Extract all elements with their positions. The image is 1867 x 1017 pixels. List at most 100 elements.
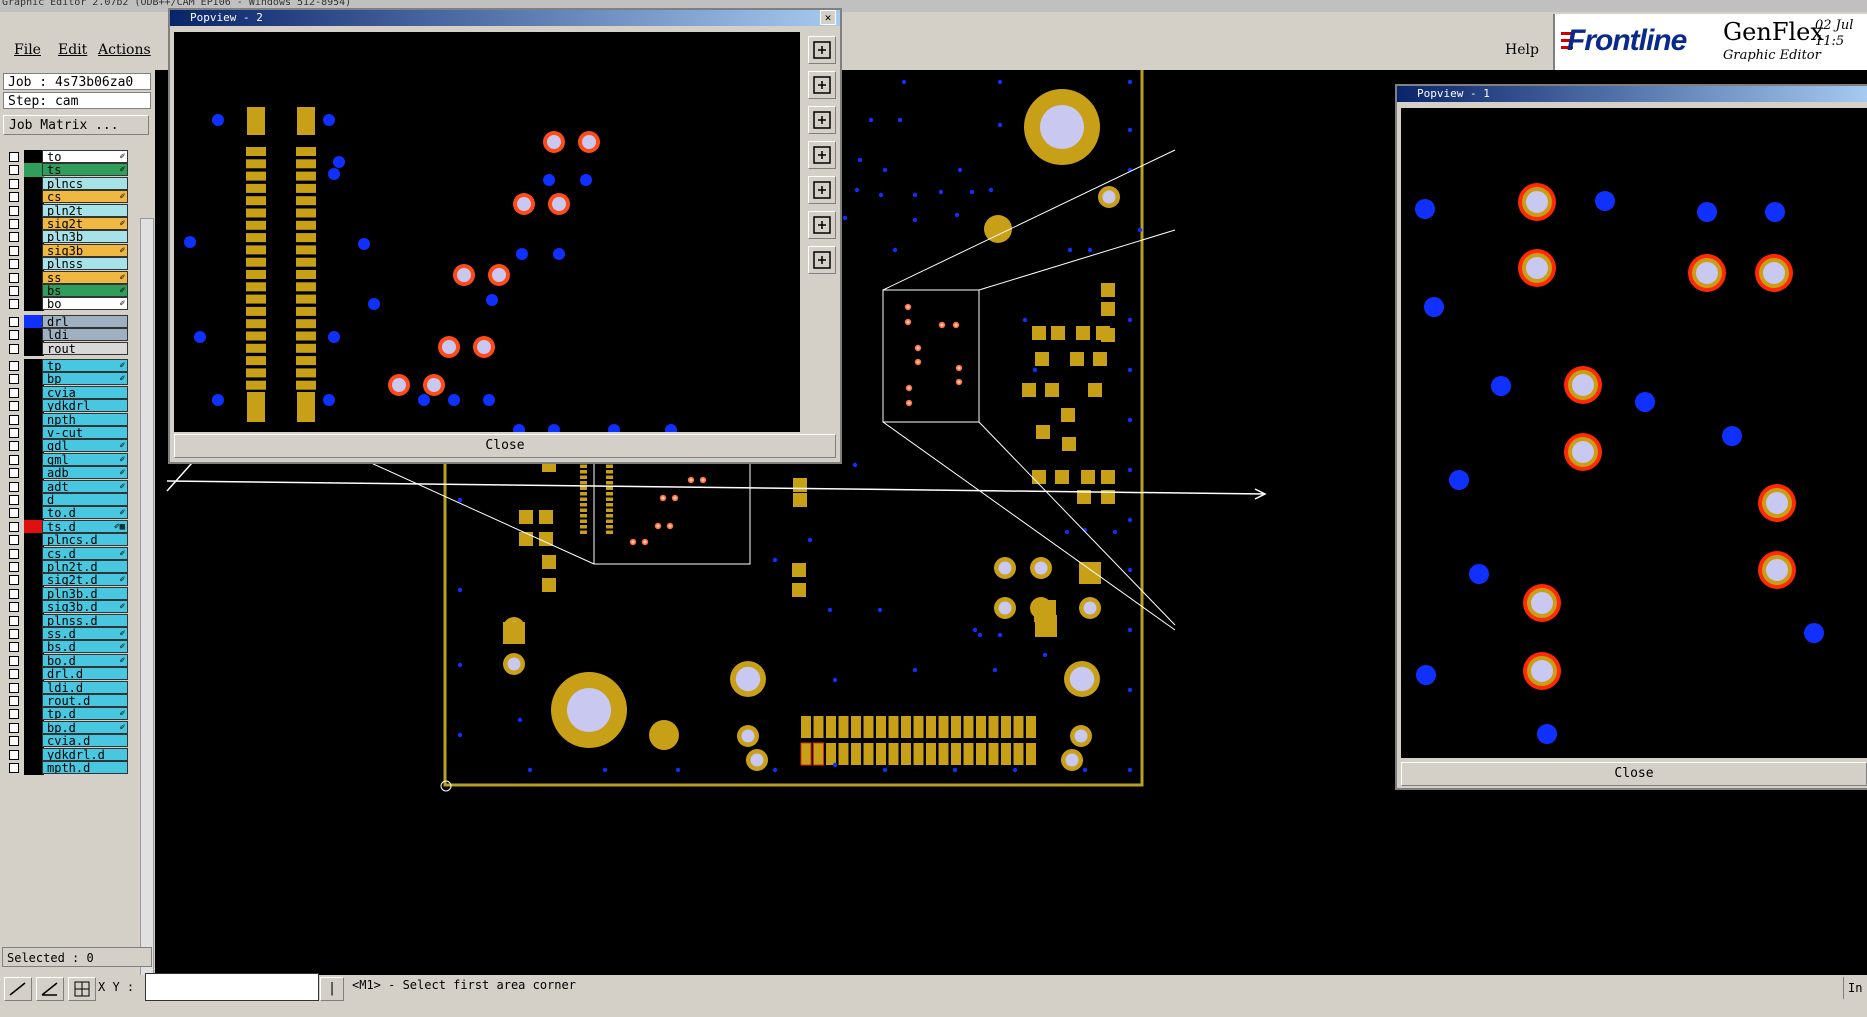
layer-name[interactable]: plnss bbox=[42, 257, 128, 271]
pan-up-icon[interactable] bbox=[808, 71, 836, 99]
layer-row[interactable]: plnss.d bbox=[6, 613, 128, 628]
layer-checkbox[interactable] bbox=[9, 602, 19, 613]
layer-checkbox[interactable] bbox=[9, 615, 19, 626]
layer-row[interactable]: sig3b ✐ bbox=[6, 243, 128, 258]
layer-scrollbar[interactable] bbox=[140, 218, 154, 1015]
layer-row[interactable]: bp.d ✐ bbox=[6, 720, 128, 735]
popview-2-view[interactable] bbox=[174, 32, 800, 432]
layer-name[interactable]: ts.d ✐▦ bbox=[42, 519, 128, 533]
layer-row[interactable]: drl.d bbox=[6, 667, 128, 682]
measure-tool-icon[interactable] bbox=[36, 977, 64, 1001]
layer-checkbox[interactable] bbox=[9, 655, 19, 666]
layer-row[interactable]: cvia.d bbox=[6, 734, 128, 749]
layer-row[interactable]: bs.d ✐ bbox=[6, 640, 128, 655]
layer-name[interactable]: ss.d ✐ bbox=[42, 627, 128, 640]
layer-name[interactable]: cvia bbox=[42, 385, 128, 399]
layer-row[interactable]: npth bbox=[6, 412, 128, 427]
layer-checkbox[interactable] bbox=[9, 763, 19, 773]
layer-name[interactable]: tp.d ✐ bbox=[42, 707, 128, 721]
layer-name[interactable]: d bbox=[42, 493, 128, 506]
layer-name[interactable]: tp ✐ bbox=[42, 359, 128, 372]
layer-checkbox[interactable] bbox=[9, 642, 19, 653]
layer-row[interactable]: pln3b bbox=[6, 230, 128, 245]
layer-name[interactable]: rout bbox=[42, 341, 128, 355]
layer-name[interactable]: plncs.d bbox=[42, 533, 128, 547]
layer-name[interactable]: to ✐ bbox=[42, 150, 128, 163]
layer-row[interactable]: cs ✐ bbox=[6, 190, 128, 205]
layer-checkbox[interactable] bbox=[9, 259, 19, 270]
menu-file[interactable]: File bbox=[14, 42, 41, 58]
layer-name[interactable]: plncs bbox=[42, 176, 128, 190]
layer-row[interactable]: sig3b.d ✐ bbox=[6, 600, 128, 615]
layer-checkbox[interactable] bbox=[9, 629, 19, 639]
layer-name[interactable]: sig3b ✐ bbox=[42, 243, 128, 257]
layer-name[interactable]: cs.d ✐ bbox=[42, 546, 128, 560]
layer-checkbox[interactable] bbox=[9, 387, 19, 398]
layer-checkbox[interactable] bbox=[9, 749, 19, 760]
layer-row[interactable]: rout.d bbox=[6, 694, 128, 708]
layer-checkbox[interactable] bbox=[9, 709, 19, 720]
layer-row[interactable]: plnss bbox=[6, 257, 128, 272]
layer-row[interactable]: adt ✐ bbox=[6, 479, 128, 494]
layer-checkbox[interactable] bbox=[9, 245, 19, 256]
layer-name[interactable]: pln3b.d bbox=[42, 586, 128, 600]
layer-row[interactable]: ts ✐ bbox=[6, 163, 128, 178]
layer-checkbox[interactable] bbox=[9, 205, 19, 216]
layer-row[interactable]: pln3b.d bbox=[6, 586, 128, 601]
layer-name[interactable]: ldi.d bbox=[42, 680, 128, 694]
layer-checkbox[interactable] bbox=[9, 165, 19, 176]
layer-name[interactable]: sig2t.d ✐ bbox=[42, 573, 128, 587]
layer-name[interactable]: bs.d ✐ bbox=[42, 640, 128, 654]
layer-checkbox[interactable] bbox=[9, 508, 19, 519]
layer-checkbox[interactable] bbox=[9, 414, 19, 425]
layer-name[interactable]: plnss.d bbox=[42, 613, 128, 627]
layer-row[interactable]: cvia bbox=[6, 385, 128, 400]
layer-row[interactable]: to ✐ bbox=[6, 150, 128, 164]
layer-checkbox[interactable] bbox=[9, 232, 19, 243]
pan-down-icon[interactable] bbox=[808, 106, 836, 134]
layer-row[interactable]: tp.d ✐ bbox=[6, 707, 128, 722]
layer-checkbox[interactable] bbox=[9, 481, 19, 492]
layer-checkbox[interactable] bbox=[9, 343, 19, 354]
layer-name[interactable]: adt ✐ bbox=[42, 479, 128, 493]
layer-name[interactable]: bp.d ✐ bbox=[42, 720, 128, 734]
layer-checkbox[interactable] bbox=[9, 468, 19, 479]
pan-left-icon[interactable] bbox=[808, 141, 836, 169]
coord-toggle-icon[interactable]: | bbox=[320, 977, 344, 1001]
layer-row[interactable]: cs.d ✐ bbox=[6, 546, 128, 561]
layer-row[interactable]: rout bbox=[6, 341, 128, 356]
layer-row[interactable]: pln2t.d bbox=[6, 560, 128, 574]
layer-name[interactable]: bo ✐ bbox=[42, 297, 128, 311]
layer-name[interactable]: drl bbox=[42, 314, 128, 328]
layer-checkbox[interactable] bbox=[9, 286, 19, 296]
layer-checkbox[interactable] bbox=[9, 588, 19, 599]
menu-actions[interactable]: Actions bbox=[98, 42, 151, 58]
layer-row[interactable]: bp ✐ bbox=[6, 372, 128, 387]
layer-row[interactable]: v-cut bbox=[6, 426, 128, 440]
layer-row[interactable]: bo.d ✐ bbox=[6, 653, 128, 668]
layer-checkbox[interactable] bbox=[9, 495, 19, 505]
layer-checkbox[interactable] bbox=[9, 562, 19, 572]
layer-checkbox[interactable] bbox=[9, 299, 19, 310]
layer-name[interactable]: rout.d bbox=[42, 694, 128, 707]
layer-row[interactable]: to.d ✐ bbox=[6, 506, 128, 521]
layer-name[interactable]: v-cut bbox=[42, 426, 128, 439]
layer-name[interactable]: ss ✐ bbox=[42, 270, 128, 284]
layer-name[interactable]: ydkdrl bbox=[42, 399, 128, 413]
layer-row[interactable]: sig2t.d ✐ bbox=[6, 573, 128, 588]
layer-name[interactable]: adb ✐ bbox=[42, 466, 128, 480]
layer-checkbox[interactable] bbox=[9, 219, 19, 229]
layer-checkbox[interactable] bbox=[9, 152, 19, 162]
menu-edit[interactable]: Edit bbox=[58, 42, 87, 58]
layer-name[interactable]: to.d ✐ bbox=[42, 506, 128, 520]
layer-name[interactable]: bp ✐ bbox=[42, 372, 128, 386]
popview-2-close-button[interactable]: Close bbox=[174, 434, 836, 458]
layer-name[interactable]: drl.d bbox=[42, 667, 128, 681]
layer-name[interactable]: sig3b.d ✐ bbox=[42, 600, 128, 614]
layer-row[interactable]: ldi.d bbox=[6, 680, 128, 695]
layer-name[interactable]: pln2t bbox=[42, 203, 128, 217]
layer-checkbox[interactable] bbox=[9, 696, 19, 706]
layer-name[interactable]: pln3b bbox=[42, 230, 128, 244]
layer-row[interactable]: bo ✐ bbox=[6, 297, 128, 312]
menu-help[interactable]: Help bbox=[1505, 42, 1539, 58]
